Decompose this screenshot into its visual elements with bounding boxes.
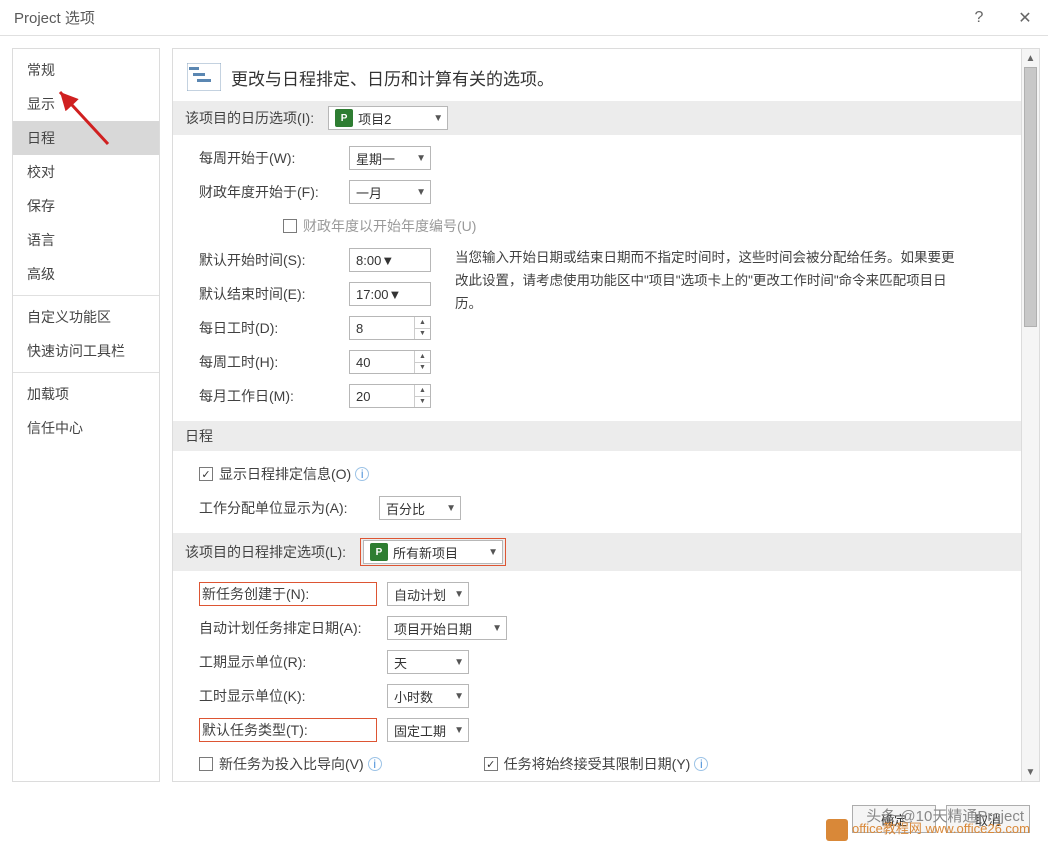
section-schedule-options: 该项目的日程排定选项(L): P 所有新项目 ▼ bbox=[173, 533, 1021, 571]
sidebar-separator bbox=[13, 372, 159, 373]
sidebar-separator bbox=[13, 295, 159, 296]
info-icon[interactable]: i bbox=[368, 757, 382, 771]
title-bar: Project 选项 ? ✕ bbox=[0, 0, 1048, 36]
sidebar-item-advanced[interactable]: 高级 bbox=[13, 257, 159, 291]
new-task-created-label: 新任务创建于(N): bbox=[202, 586, 309, 602]
default-start-time-label: 默认开始时间(S): bbox=[199, 250, 349, 270]
section-label: 该项目的日历选项(I): bbox=[185, 108, 314, 128]
window-title: Project 选项 bbox=[14, 7, 95, 28]
default-task-type-label: 默认任务类型(T): bbox=[202, 722, 308, 738]
default-end-time-input[interactable]: 17:00 ▼ bbox=[349, 282, 431, 306]
sidebar-item-qat[interactable]: 快速访问工具栏 bbox=[13, 334, 159, 368]
hours-per-day-input[interactable]: 8 ▲▼ bbox=[349, 316, 431, 340]
section-schedule: 日程 bbox=[173, 421, 1021, 451]
auto-scheduled-label: 自动计划任务排定日期(A): bbox=[199, 618, 387, 638]
page-title: 更改与日程排定、日历和计算有关的选项。 bbox=[231, 65, 554, 90]
highlight-box: 默认任务类型(T): bbox=[199, 718, 377, 742]
fiscal-start-select[interactable]: 一月▼ bbox=[349, 180, 431, 204]
scroll-up-arrow[interactable]: ▲ bbox=[1022, 49, 1039, 67]
vertical-scrollbar[interactable]: ▲ ▼ bbox=[1022, 48, 1040, 782]
days-per-month-label: 每月工作日(M): bbox=[199, 386, 349, 406]
sidebar-item-addins[interactable]: 加载项 bbox=[13, 377, 159, 411]
sidebar-item-general[interactable]: 常规 bbox=[13, 53, 159, 87]
auto-scheduled-select[interactable]: 项目开始日期▼ bbox=[387, 616, 507, 640]
project-icon: P bbox=[335, 109, 353, 127]
new-task-created-select[interactable]: 自动计划▼ bbox=[387, 582, 469, 606]
work-unit-select[interactable]: 小时数▼ bbox=[387, 684, 469, 708]
sidebar-item-schedule[interactable]: 日程 bbox=[13, 121, 159, 155]
days-per-month-input[interactable]: 20 ▲▼ bbox=[349, 384, 431, 408]
fiscal-start-label: 财政年度开始于(F): bbox=[199, 182, 349, 202]
calendar-project-select[interactable]: P 项目2 ▼ bbox=[328, 106, 448, 130]
highlight-box: 新任务创建于(N): bbox=[199, 582, 377, 606]
assignment-units-select[interactable]: 百分比▼ bbox=[379, 496, 461, 520]
section-calendar-options: 该项目的日历选项(I): P 项目2 ▼ bbox=[173, 101, 1021, 135]
sidebar-item-proofing[interactable]: 校对 bbox=[13, 155, 159, 189]
watermark-text: office教程网 www.office26.com bbox=[826, 818, 1030, 841]
week-start-select[interactable]: 星期一▼ bbox=[349, 146, 431, 170]
sidebar-item-trust-center[interactable]: 信任中心 bbox=[13, 411, 159, 445]
duration-unit-select[interactable]: 天▼ bbox=[387, 650, 469, 674]
week-start-label: 每周开始于(W): bbox=[199, 148, 349, 168]
info-icon[interactable]: i bbox=[694, 757, 708, 771]
effort-driven-checkbox[interactable]: 新任务为投入比导向(V) bbox=[199, 754, 364, 774]
checkbox-icon: ✓ bbox=[199, 467, 213, 481]
highlight-box: P 所有新项目 ▼ bbox=[360, 538, 506, 566]
help-button[interactable]: ? bbox=[956, 0, 1002, 36]
duration-unit-label: 工期显示单位(R): bbox=[199, 652, 387, 672]
sidebar-item-language[interactable]: 语言 bbox=[13, 223, 159, 257]
info-icon[interactable]: i bbox=[355, 467, 369, 481]
show-scheduling-info-checkbox[interactable]: ✓ 显示日程排定信息(O) bbox=[199, 464, 351, 484]
category-sidebar: 常规 显示 日程 校对 保存 语言 高级 自定义功能区 快速访问工具栏 加载项 … bbox=[12, 48, 160, 782]
default-task-type-select[interactable]: 固定工期▼ bbox=[387, 718, 469, 742]
options-panel: 更改与日程排定、日历和计算有关的选项。 该项目的日历选项(I): P 项目2 ▼… bbox=[172, 48, 1022, 782]
sidebar-item-customize-ribbon[interactable]: 自定义功能区 bbox=[13, 300, 159, 334]
schedule-icon bbox=[187, 63, 221, 91]
default-start-time-input[interactable]: 8:00 ▼ bbox=[349, 248, 431, 272]
close-button[interactable]: ✕ bbox=[1002, 0, 1048, 36]
chevron-down-icon: ▼ bbox=[427, 113, 443, 124]
hours-per-week-label: 每周工时(H): bbox=[199, 352, 349, 372]
checkbox-icon bbox=[283, 219, 297, 233]
hours-per-week-input[interactable]: 40 ▲▼ bbox=[349, 350, 431, 374]
schedule-project-select[interactable]: P 所有新项目 ▼ bbox=[363, 540, 503, 564]
logo-icon bbox=[826, 819, 848, 841]
work-unit-label: 工时显示单位(K): bbox=[199, 686, 387, 706]
sidebar-item-display[interactable]: 显示 bbox=[13, 87, 159, 121]
fiscal-numbering-checkbox[interactable]: 财政年度以开始年度编号(U) bbox=[283, 216, 476, 236]
scroll-down-arrow[interactable]: ▼ bbox=[1022, 763, 1039, 781]
assignment-units-label: 工作分配单位显示为(A): bbox=[199, 498, 379, 518]
calendar-note: 当您输入开始日期或结束日期而不指定时间时，这些时间会被分配给任务。如果要更改此设… bbox=[455, 247, 965, 316]
project-icon: P bbox=[370, 543, 388, 561]
scroll-thumb[interactable] bbox=[1024, 67, 1037, 327]
honor-constraint-checkbox[interactable]: ✓ 任务将始终接受其限制日期(Y) bbox=[484, 754, 691, 774]
hours-per-day-label: 每日工时(D): bbox=[199, 318, 349, 338]
sidebar-item-save[interactable]: 保存 bbox=[13, 189, 159, 223]
default-end-time-label: 默认结束时间(E): bbox=[199, 284, 349, 304]
